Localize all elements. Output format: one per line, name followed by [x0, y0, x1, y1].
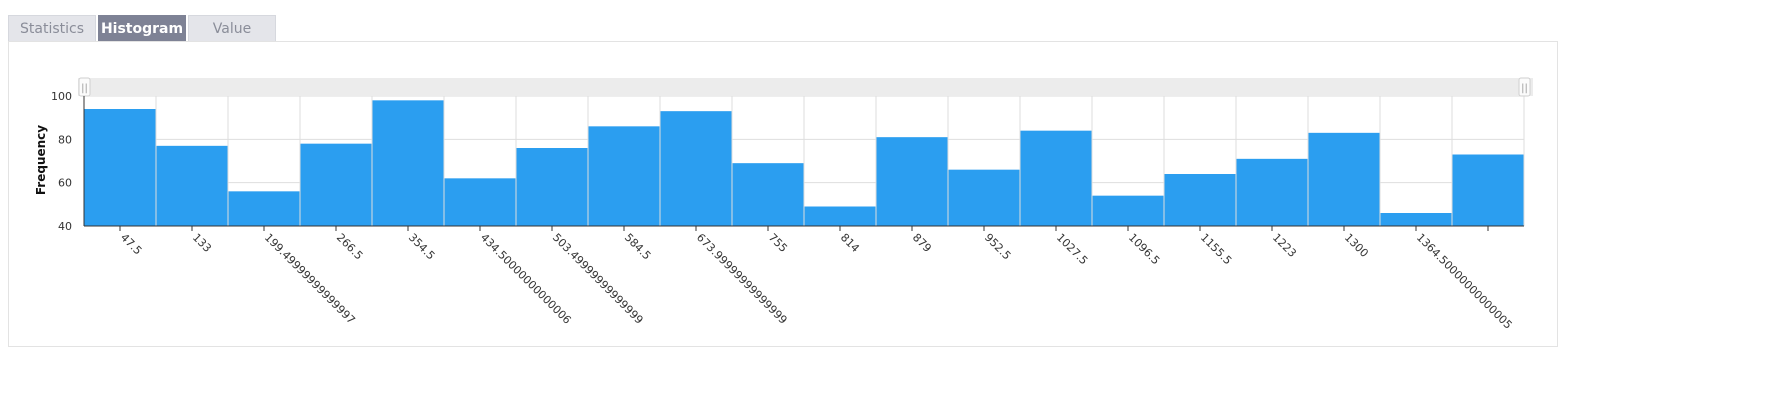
y-tick-label: 60	[58, 177, 72, 190]
histogram-bar[interactable]	[660, 111, 732, 226]
histogram-bar[interactable]	[156, 145, 228, 226]
histogram-bar[interactable]	[732, 163, 804, 226]
histogram-bar[interactable]	[516, 148, 588, 226]
x-tick-label: 584.5	[622, 231, 653, 262]
x-tick-label: 755	[766, 231, 790, 255]
histogram-bar[interactable]	[228, 191, 300, 226]
histogram-bar[interactable]	[1092, 195, 1164, 226]
x-tick-label: 133	[190, 231, 214, 255]
range-slider-right-grip: ||	[1521, 83, 1528, 94]
x-tick-label: 47.5	[118, 231, 145, 258]
range-slider-track[interactable]	[78, 78, 1533, 96]
x-tick-label: 1027.5	[1054, 231, 1090, 267]
histogram-bar[interactable]	[372, 100, 444, 226]
histogram-bar[interactable]	[1164, 174, 1236, 226]
y-tick-label: 100	[51, 90, 72, 103]
x-tick-label: 266.5	[334, 231, 365, 262]
x-tick-label: 952.5	[982, 231, 1013, 262]
x-tick-label: 1096.5	[1126, 231, 1162, 267]
histogram-bar[interactable]	[1452, 154, 1524, 227]
y-tick-label: 80	[58, 133, 72, 146]
x-tick-label: 1364.50000000000005	[1414, 231, 1515, 332]
gridlines	[83, 95, 1525, 227]
histogram-bar[interactable]	[444, 178, 516, 226]
histogram-bar[interactable]	[588, 126, 660, 226]
range-slider[interactable]: || ||	[78, 77, 1533, 97]
histogram-bar[interactable]	[1380, 213, 1452, 226]
histogram-chart: || || 406080100 47.5 133 199.4999999999999…	[34, 77, 1533, 332]
y-axis-title: Frequency	[34, 125, 48, 195]
histogram-bar[interactable]	[804, 206, 876, 227]
x-tick-label: 1223	[1270, 231, 1299, 260]
histogram-bar[interactable]	[1236, 158, 1308, 226]
y-tick-label: 40	[58, 220, 72, 233]
histogram-bar[interactable]	[84, 109, 156, 226]
range-slider-left-grip: ||	[81, 83, 88, 94]
x-tick-label: 1300	[1342, 231, 1371, 260]
x-tick-label: 879	[910, 231, 934, 255]
histogram-bar[interactable]	[300, 143, 372, 226]
histogram-bar[interactable]	[948, 169, 1020, 226]
x-axis: 47.5 133 199.49999999999997266.5 354.5 434.5…	[84, 225, 1524, 332]
histogram-bar[interactable]	[1308, 132, 1380, 226]
histogram-bar[interactable]	[876, 137, 948, 226]
x-tick-label: 814	[838, 231, 862, 255]
y-axis: 40 60 80 100	[51, 90, 85, 233]
x-tick-label: 1155.5	[1198, 231, 1234, 267]
x-tick-label: 354.5	[406, 231, 437, 262]
histogram-bar[interactable]	[1020, 130, 1092, 226]
